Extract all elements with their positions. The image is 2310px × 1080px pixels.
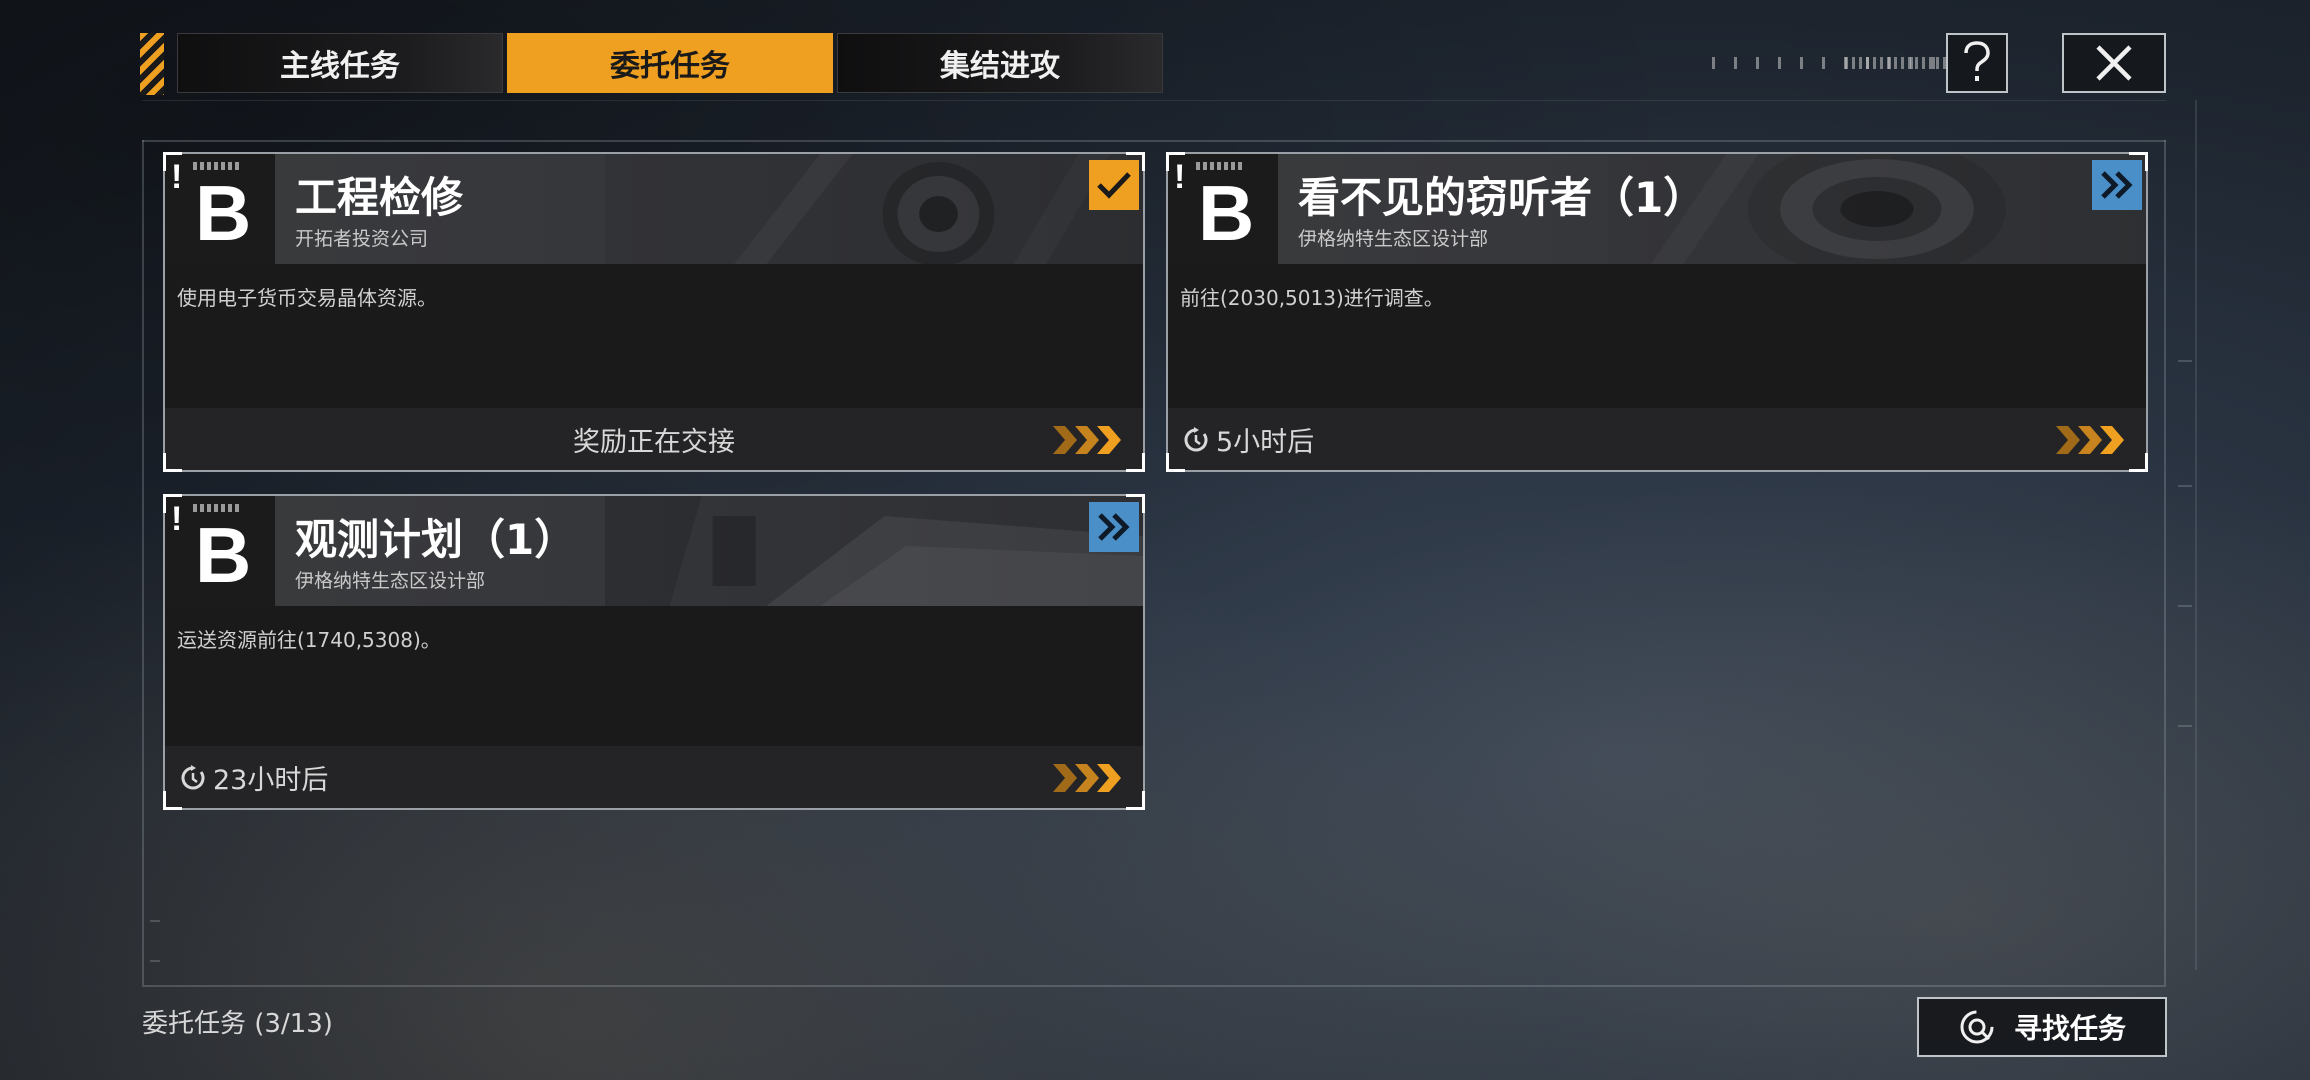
card-footer: 奖励正在交接	[165, 408, 1143, 470]
triple-chevron-icon	[2056, 426, 2124, 454]
corner-bracket	[1126, 453, 1145, 472]
card-timer: 23小时后	[179, 758, 328, 797]
question-icon	[1964, 41, 1990, 81]
card-issuer: 伊格纳特生态区设计部	[1298, 228, 1489, 250]
corner-bracket	[2129, 453, 2148, 472]
tab-main-quest[interactable]: 主线任务	[177, 33, 503, 93]
card-description: 前往(2030,5013)进行调查。	[1180, 286, 1444, 310]
corner-bracket	[1126, 494, 1145, 513]
double-chevron-icon	[1098, 513, 1130, 541]
grade-letter: B	[195, 169, 252, 257]
card-footer: 5小时后	[1168, 408, 2146, 470]
card-description: 运送资源前往(1740,5308)。	[177, 628, 441, 652]
timer-text: 23小时后	[213, 765, 329, 796]
timer-icon	[1184, 426, 1208, 451]
card-title: 观测计划（1）	[295, 515, 577, 564]
corner-bracket	[1126, 152, 1145, 171]
commission-count: 委托任务 (3/13)	[142, 1009, 333, 1039]
corner-bracket	[1166, 152, 1185, 171]
card-header: ! B 看不见的窃听者（1） 伊格纳特生态区设计部	[1168, 154, 2146, 264]
side-tick	[2178, 605, 2192, 607]
frame-right-outer-line	[2195, 100, 2197, 970]
side-tick	[150, 920, 160, 922]
hazard-stripe	[140, 33, 164, 95]
grade-letter: B	[1198, 169, 1255, 257]
find-commission-button[interactable]: 寻找任务	[1917, 997, 2167, 1057]
commission-card[interactable]: ! B 工程检修 开拓者投资公司 使用电子货币交易晶体资源。 奖励正在交接	[163, 152, 1145, 472]
corner-bracket	[1166, 453, 1185, 472]
card-footer: 23小时后	[165, 746, 1143, 808]
frame-top-line	[142, 140, 2166, 142]
side-tick	[2178, 485, 2192, 487]
corner-bracket	[1126, 791, 1145, 810]
card-timer: 5小时后	[1182, 420, 1314, 459]
timer-icon	[181, 764, 205, 789]
decorative-ticks-dense	[1845, 57, 1949, 69]
corner-bracket	[2129, 152, 2148, 171]
triple-chevron-icon	[1053, 426, 1121, 454]
card-title: 工程检修	[295, 173, 464, 222]
timer-text: 5小时后	[1216, 427, 1315, 458]
side-tick	[2178, 360, 2192, 362]
side-tick	[2178, 725, 2192, 727]
corner-bracket	[163, 494, 182, 513]
commission-card[interactable]: ! B 看不见的窃听者（1） 伊格纳特生态区设计部 前往(2030,5013)进…	[1166, 152, 2148, 472]
find-commission-label: 寻找任务	[2013, 1012, 2126, 1045]
close-icon	[2096, 45, 2132, 81]
tab-assault[interactable]: 集结进攻	[837, 33, 1163, 93]
tab-commission[interactable]: 委托任务	[507, 33, 833, 93]
frame-right-line	[2164, 140, 2166, 985]
triple-chevron-icon	[1053, 764, 1121, 792]
commission-card[interactable]: ! B 观测计划（1） 伊格纳特生态区设计部 运送资源前往(1740,5308)…	[163, 494, 1145, 810]
frame-top-outer-line	[142, 100, 2166, 101]
double-chevron-icon	[2101, 171, 2133, 199]
card-issuer: 伊格纳特生态区设计部	[295, 570, 486, 592]
frame-bottom-line	[142, 985, 2166, 987]
help-button[interactable]	[1946, 33, 2008, 93]
card-header-art	[605, 154, 1143, 264]
reward-status: 奖励正在交接	[573, 427, 735, 458]
card-header: ! B 观测计划（1） 伊格纳特生态区设计部	[165, 496, 1143, 606]
card-description: 使用电子货币交易晶体资源。	[177, 286, 437, 310]
search-target-icon	[1960, 1010, 1994, 1044]
card-title: 看不见的窃听者（1）	[1298, 173, 1706, 222]
card-header: ! B 工程检修 开拓者投资公司	[165, 154, 1143, 264]
card-header-art	[605, 496, 1143, 606]
card-issuer: 开拓者投资公司	[295, 228, 429, 250]
frame-left-line	[142, 140, 144, 985]
checkmark-icon	[1097, 172, 1131, 199]
corner-bracket	[163, 453, 182, 472]
corner-bracket	[163, 152, 182, 171]
corner-bracket	[163, 791, 182, 810]
close-button[interactable]	[2062, 33, 2166, 93]
side-tick	[150, 960, 160, 962]
grade-letter: B	[195, 511, 252, 599]
